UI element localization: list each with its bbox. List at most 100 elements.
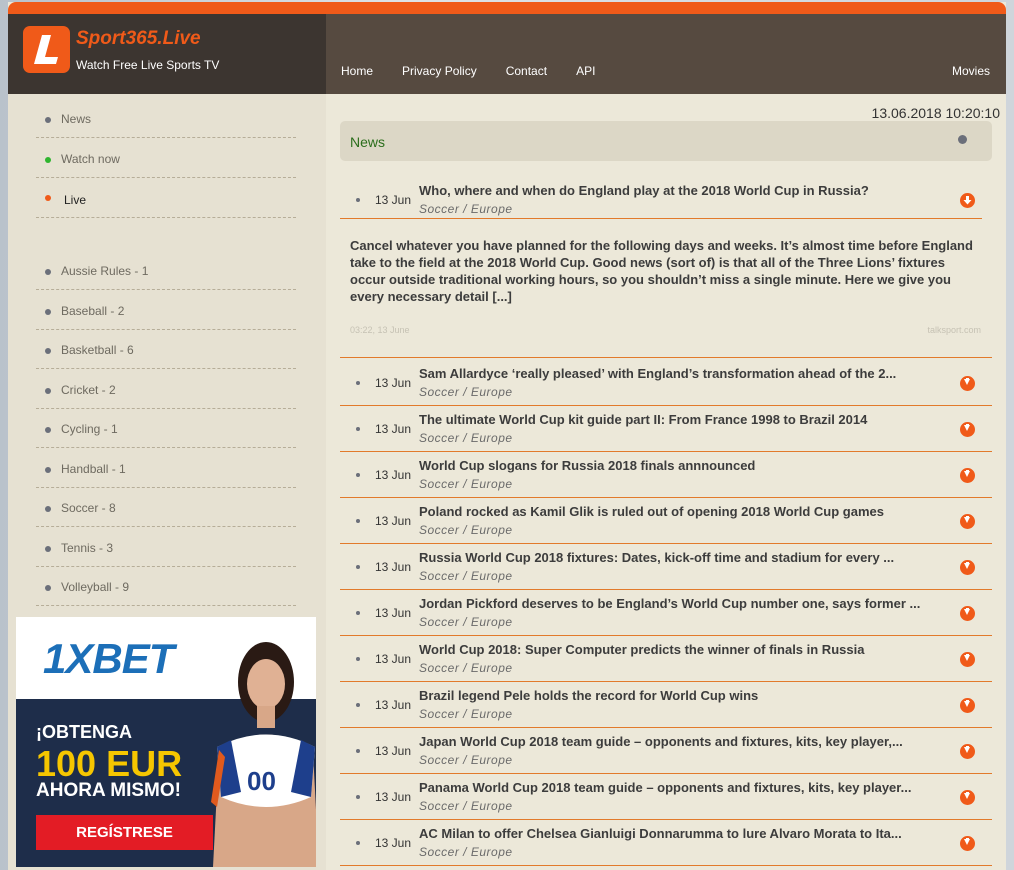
sidebar-item-cricket[interactable]: Cricket - 2 [36,369,296,409]
collapse-arrow-icon[interactable] [960,193,975,208]
news-item[interactable]: 13 Jun The ultimate World Cup kit guide p… [340,408,992,452]
news-title[interactable]: Brazil legend Pele holds the record for … [419,688,939,703]
sidebar-item-watch-now[interactable]: Watch now [36,138,296,178]
ad-banner[interactable]: 1XBET 00 ¡OBTENGA 100 EUR AHORA MISMO! R… [16,617,316,867]
sidebar-item-label[interactable]: Soccer - 8 [61,501,116,515]
expand-arrow-icon[interactable] [960,698,975,713]
news-title[interactable]: Panama World Cup 2018 team guide – oppon… [419,780,939,795]
expand-arrow-icon[interactable] [960,422,975,437]
nav-privacy-policy[interactable]: Privacy Policy [402,64,477,78]
sidebar-item-basketball[interactable]: Basketball - 6 [36,329,296,369]
nav-movies[interactable]: Movies [952,64,990,78]
bullet-icon [45,585,51,591]
news-date: 13 Jun [375,790,412,804]
bullet-icon [45,427,51,433]
news-item[interactable]: 13 Jun AC Milan to offer Chelsea Gianluig… [340,822,992,866]
news-source[interactable]: talksport.com [927,325,981,335]
bullet-icon [356,473,360,477]
sidebar-item-label[interactable]: Basketball - 6 [61,343,134,357]
news-title[interactable]: Japan World Cup 2018 team guide – oppone… [419,734,939,749]
sidebar-item-handball[interactable]: Handball - 1 [36,448,296,488]
ad-logo: 1XBET [43,635,174,682]
site-header: Sport365.Live Watch Free Live Sports TV … [8,14,1006,94]
news-item-header[interactable]: 13 Jun Who, where and when do England pl… [340,179,982,219]
sidebar-item-label[interactable]: Volleyball - 9 [61,580,129,594]
sidebar-item-live[interactable]: Live [36,178,296,218]
datetime-display: 13.06.2018 10:20:10 [871,105,1000,121]
expand-arrow-icon[interactable] [960,514,975,529]
news-title[interactable]: World Cup slogans for Russia 2018 finals… [419,458,939,473]
expand-arrow-icon[interactable] [960,836,975,851]
nav-contact[interactable]: Contact [506,64,547,78]
nav-api[interactable]: API [576,64,595,78]
news-item[interactable]: 13 Jun Panama World Cup 2018 team guide –… [340,776,992,820]
sidebar-item-label[interactable]: Watch now [61,152,120,166]
sidebar-item-label[interactable]: Cricket - 2 [61,383,116,397]
news-item[interactable]: 13 Jun Sam Allardyce ‘really pleased’ wit… [340,362,992,406]
news-title[interactable]: Sam Allardyce ‘really pleased’ with Engl… [419,366,939,381]
news-date: 13 Jun [375,376,412,390]
bullet-icon [356,198,360,202]
expand-arrow-icon[interactable] [960,560,975,575]
expand-arrow-icon[interactable] [960,606,975,621]
sidebar-item-tennis[interactable]: Tennis - 3 [36,527,296,567]
sidebar-item-label[interactable]: News [61,112,91,126]
news-title[interactable]: The ultimate World Cup kit guide part II… [419,412,939,427]
sidebar-item-soccer[interactable]: Soccer - 8 [36,487,296,527]
news-title[interactable]: Who, where and when do England play at t… [419,183,869,198]
news-item[interactable]: 13 Jun World Cup slogans for Russia 2018 … [340,454,992,498]
expand-arrow-icon[interactable] [960,376,975,391]
sidebar-item-volleyball[interactable]: Volleyball - 9 [36,566,296,606]
bullet-icon [45,546,51,552]
sidebar-item-cycling[interactable]: Cycling - 1 [36,408,296,448]
sidebar-item-baseball[interactable]: Baseball - 2 [36,290,296,330]
bullet-icon [45,388,51,394]
bullet-icon [356,657,360,661]
sidebar-item-label[interactable]: Baseball - 2 [61,304,124,318]
bullet-icon [356,611,360,615]
news-title[interactable]: Poland rocked as Kamil Glik is ruled out… [419,504,939,519]
sidebar-item-label[interactable]: Tennis - 3 [61,541,113,555]
news-title[interactable]: Russia World Cup 2018 fixtures: Dates, k… [419,550,939,565]
news-category: Soccer / Europe [419,569,513,583]
brand-area[interactable]: Sport365.Live Watch Free Live Sports TV [8,14,326,94]
sidebar-item-label[interactable]: Live [64,193,86,207]
news-item[interactable]: 13 Jun Jordan Pickford deserves to be Eng… [340,592,992,636]
expand-arrow-icon[interactable] [960,652,975,667]
ad-line-2: 100 EUR [36,743,183,784]
bullet-icon [45,309,51,315]
news-item[interactable]: 13 Jun Japan World Cup 2018 team guide – … [340,730,992,774]
news-item[interactable]: 13 Jun Russia World Cup 2018 fixtures: Da… [340,546,992,590]
expand-arrow-icon[interactable] [960,790,975,805]
news-date: 13 Jun [375,514,412,528]
sidebar-item-label[interactable]: Cycling - 1 [61,422,118,436]
news-category: Soccer / Europe [419,523,513,537]
news-item[interactable]: 13 Jun Brazil legend Pele holds the recor… [340,684,992,728]
news-category: Soccer / Europe [419,431,513,445]
news-item-expanded[interactable]: 13 Jun Who, where and when do England pl… [340,179,992,358]
expand-arrow-icon[interactable] [960,468,975,483]
sidebar-item-aussie-rules[interactable]: Aussie Rules - 1 [36,250,296,290]
logo-icon[interactable] [23,26,70,73]
bullet-icon [356,565,360,569]
bullet-icon [356,841,360,845]
bullet-icon [356,427,360,431]
news-date: 13 Jun [375,560,412,574]
news-item[interactable]: 13 Jun World Cup 2018: Super Computer pre… [340,638,992,682]
ad-register-button[interactable]: REGÍSTRESE [36,815,213,850]
news-date: 13 Jun [375,193,412,207]
bullet-icon [45,117,51,123]
nav-home[interactable]: Home [341,64,373,78]
sidebar-item-label[interactable]: Handball - 1 [61,462,126,476]
brand-name[interactable]: Sport365.Live [76,28,201,50]
news-title[interactable]: AC Milan to offer Chelsea Gianluigi Donn… [419,826,939,841]
news-date: 13 Jun [375,606,412,620]
news-category: Soccer / Europe [419,615,513,629]
bullet-icon [45,348,51,354]
news-title[interactable]: World Cup 2018: Super Computer predicts … [419,642,939,657]
news-title[interactable]: Jordan Pickford deserves to be England’s… [419,596,939,611]
sidebar-item-label[interactable]: Aussie Rules - 1 [61,264,148,278]
sidebar-item-news[interactable]: News [36,98,296,138]
expand-arrow-icon[interactable] [960,744,975,759]
news-item[interactable]: 13 Jun Poland rocked as Kamil Glik is rul… [340,500,992,544]
